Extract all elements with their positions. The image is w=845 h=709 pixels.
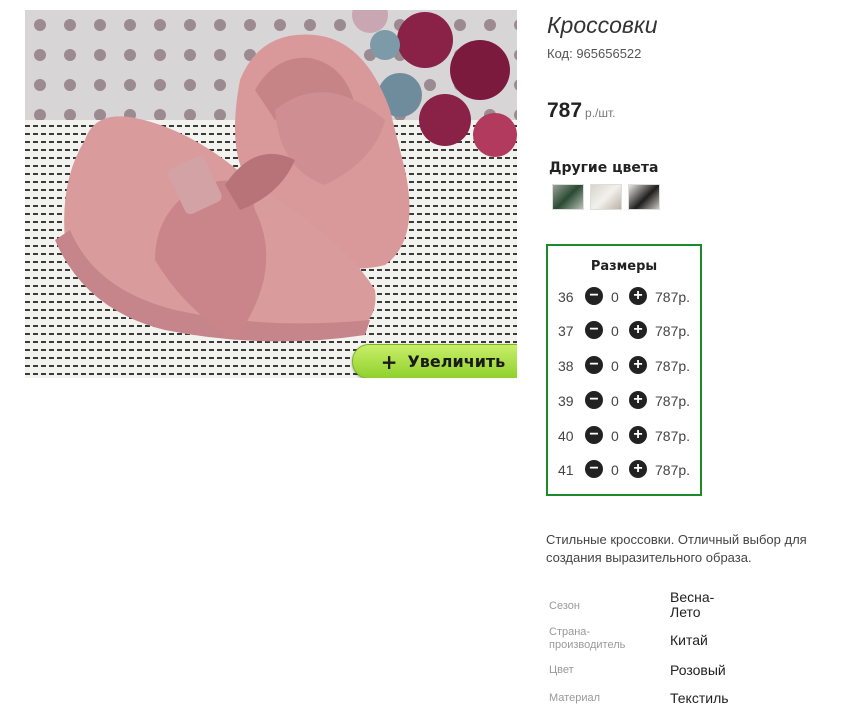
color-swatch-white[interactable] (590, 184, 622, 210)
size-price: 787р. (655, 428, 691, 444)
spec-value: Китай (670, 632, 708, 648)
plus-icon[interactable]: + (629, 287, 647, 305)
other-colors-heading: Другие цвета (549, 160, 659, 176)
minus-icon[interactable]: − (585, 287, 603, 305)
spec-label: Страна-производитель (549, 626, 626, 651)
size-price: 787р. (655, 323, 691, 339)
price-value: 787 (547, 99, 583, 122)
size-value: 41 (558, 462, 574, 478)
size-quantity: 0 (611, 462, 619, 478)
plus-icon[interactable]: + (629, 321, 647, 339)
size-quantity: 0 (611, 289, 619, 305)
plus-icon[interactable]: + (629, 460, 647, 478)
size-quantity: 0 (611, 358, 619, 374)
plus-icon: + (380, 349, 398, 374)
spec-label: Цвет (549, 664, 574, 676)
size-row: 38 − 0 + 787р. (548, 356, 700, 376)
size-value: 36 (558, 289, 574, 305)
spec-value: Розовый (670, 662, 726, 678)
size-row: 36 − 0 + 787р. (548, 287, 700, 307)
size-value: 39 (558, 393, 574, 409)
size-row: 41 − 0 + 787р. (548, 460, 700, 480)
size-row: 39 − 0 + 787р. (548, 391, 700, 411)
size-quantity: 0 (611, 393, 619, 409)
sizes-heading: Размеры (590, 259, 658, 274)
size-price: 787р. (655, 462, 691, 478)
size-row: 40 − 0 + 787р. (548, 426, 700, 446)
product-code: Код: 965656522 (547, 46, 642, 61)
spec-value: Весна-Лето (670, 589, 715, 620)
color-swatch-green[interactable] (552, 184, 584, 210)
minus-icon[interactable]: − (585, 356, 603, 374)
size-quantity: 0 (611, 323, 619, 339)
price-unit: р./шт. (585, 106, 616, 120)
sizes-panel: Размеры 36 − 0 + 787р. 37 − 0 + 787р. 38… (546, 244, 702, 496)
size-value: 40 (558, 428, 574, 444)
size-price: 787р. (655, 289, 691, 305)
size-price: 787р. (655, 358, 691, 374)
color-swatch-black[interactable] (628, 184, 660, 210)
plus-icon[interactable]: + (629, 391, 647, 409)
size-row: 37 − 0 + 787р. (548, 321, 700, 341)
size-value: 38 (558, 358, 574, 374)
product-price: 787 р./шт. (547, 99, 616, 123)
minus-icon[interactable]: − (585, 391, 603, 409)
minus-icon[interactable]: − (585, 426, 603, 444)
product-description: Стильные кроссовки. Отличный выбор для с… (546, 532, 807, 565)
minus-icon[interactable]: − (585, 460, 603, 478)
spec-label: Сезон (549, 600, 580, 612)
size-value: 37 (558, 323, 574, 339)
zoom-button[interactable]: + Увеличить (352, 344, 517, 378)
plus-icon[interactable]: + (629, 426, 647, 444)
plus-icon[interactable]: + (629, 356, 647, 374)
shoe-photo (25, 10, 517, 378)
product-image[interactable]: + Увеличить (25, 10, 517, 378)
size-quantity: 0 (611, 428, 619, 444)
spec-label: Материал (549, 692, 600, 704)
zoom-button-label: Увеличить (407, 352, 506, 371)
color-swatches (552, 184, 660, 210)
size-price: 787р. (655, 393, 691, 409)
spec-value: Текстиль (670, 690, 729, 706)
minus-icon[interactable]: − (585, 321, 603, 339)
product-title: Кроссовки (547, 12, 658, 38)
